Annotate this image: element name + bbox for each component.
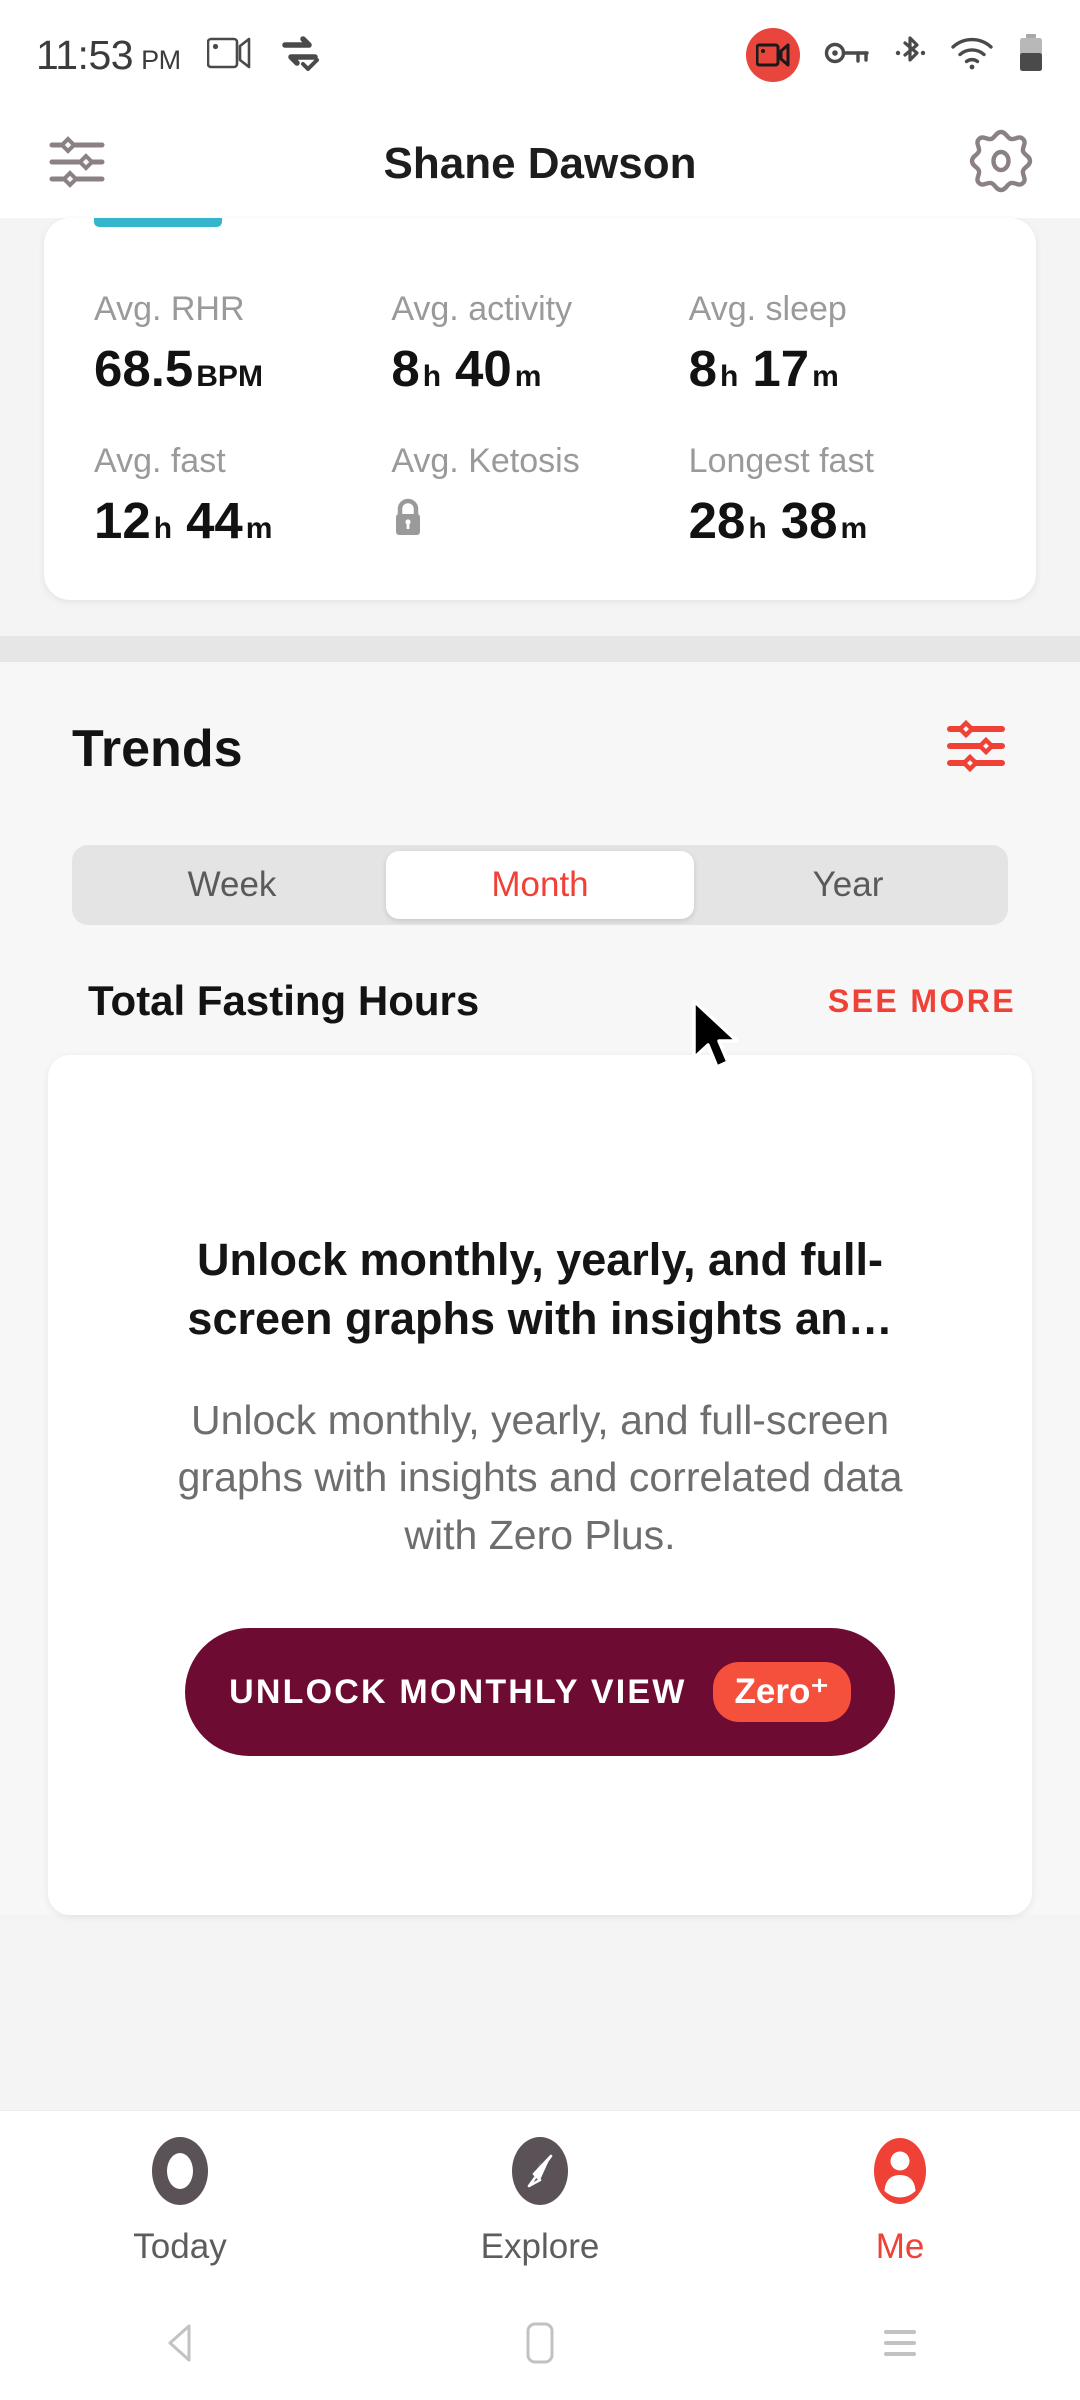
stat-cell-avg-activity: Avg. activity 8 h 40 m — [391, 290, 688, 398]
stat-number: 8 — [391, 340, 420, 397]
stat-number-2: 40 — [455, 340, 512, 397]
stat-label: Avg. activity — [391, 290, 573, 328]
stat-value: 8 h 17 m — [689, 339, 986, 398]
stat-number: 8 — [688, 340, 718, 397]
trends-header: Trends — [0, 718, 1080, 779]
nav-item-me[interactable]: Me — [720, 2134, 1080, 2267]
bluetooth-icon — [894, 33, 926, 78]
stat-unit: h — [422, 360, 442, 393]
chart-section-title: Total Fasting Hours — [88, 977, 480, 1024]
locked-value — [391, 491, 688, 544]
stats-grid: Avg. RHR 68.5 BPM Avg. activity 8 h 40 m… — [44, 218, 1036, 550]
filter-button[interactable] — [42, 127, 116, 201]
stat-unit: h — [720, 360, 739, 393]
stat-cell-longest-fast: Longest fast 28 h 38 m — [689, 442, 986, 550]
stat-number-2: 38 — [780, 492, 838, 549]
nav-label: Today — [133, 2227, 227, 2266]
stat-label: Avg. sleep — [688, 290, 847, 328]
upsell-card: Unlock monthly, yearly, and full-screen … — [48, 1055, 1032, 1915]
stat-unit-2: m — [840, 512, 868, 545]
nav-label: Me — [875, 2227, 925, 2266]
stat-label: Longest fast — [688, 442, 874, 480]
chart-tab-indicator — [94, 218, 222, 227]
stat-value: 28 h 38 m — [689, 491, 986, 550]
stat-number-2: 17 — [752, 340, 810, 397]
trends-filter-button[interactable] — [946, 718, 1008, 779]
stat-unit: h — [153, 512, 173, 545]
recents-button[interactable] — [720, 2321, 1080, 2370]
stat-cell-avg-rhr: Avg. RHR 68.5 BPM — [94, 290, 391, 398]
trends-title: Trends — [72, 719, 243, 778]
nav-item-today[interactable]: Today — [0, 2134, 360, 2267]
section-divider — [0, 636, 1080, 662]
status-bar-right — [746, 28, 1044, 82]
back-button[interactable] — [0, 2321, 360, 2370]
range-tab-year[interactable]: Year — [694, 851, 1002, 919]
battery-icon — [1018, 33, 1044, 78]
lock-icon — [391, 498, 425, 543]
range-segmented-control[interactable]: Week Month Year — [72, 845, 1008, 925]
stat-number: 28 — [688, 492, 746, 549]
system-navigation-bar — [0, 2290, 1080, 2400]
stat-cell-avg-sleep: Avg. sleep 8 h 17 m — [689, 290, 986, 398]
ring-icon — [149, 2134, 211, 2213]
settings-button[interactable] — [964, 127, 1038, 201]
section-gap — [0, 600, 1080, 636]
screencast-icon — [206, 35, 253, 76]
clock-ampm: PM — [141, 44, 181, 75]
wifi-icon — [950, 36, 994, 75]
recents-icon — [878, 2321, 922, 2370]
status-bar-left: 11:53 PM — [36, 32, 321, 79]
stat-unit-2: m — [514, 360, 542, 393]
scroll-content: Avg. RHR 68.5 BPM Avg. activity 8 h 40 m… — [0, 218, 1080, 1915]
chart-section-header: Total Fasting Hours SEE MORE — [0, 925, 1080, 1025]
stat-cell-avg-fast: Avg. fast 12 h 44 m — [94, 442, 391, 550]
upsell-headline: Unlock monthly, yearly, and full-screen … — [187, 1234, 893, 1344]
stat-label: Avg. Ketosis — [391, 442, 580, 480]
stat-value: 68.5 BPM — [94, 339, 391, 398]
screen-record-icon — [746, 28, 800, 82]
range-tab-week[interactable]: Week — [78, 851, 386, 919]
zero-plus-badge: Zero⁺ — [712, 1662, 851, 1723]
stat-unit-2: m — [245, 512, 273, 545]
stats-summary-card: Avg. RHR 68.5 BPM Avg. activity 8 h 40 m… — [44, 218, 1036, 600]
home-icon — [522, 2319, 558, 2372]
trends-section: Trends Week Month Year Total Fasting Hou… — [0, 662, 1080, 1915]
sliders-icon — [48, 133, 110, 196]
vpn-sync-icon — [279, 33, 321, 78]
stat-cell-avg-ketosis: Avg. Ketosis — [391, 442, 688, 550]
range-tab-month[interactable]: Month — [386, 851, 694, 919]
unlock-monthly-view-button[interactable]: UNLOCK MONTHLY VIEW Zero⁺ — [185, 1628, 895, 1757]
status-bar: 11:53 PM — [0, 0, 1080, 110]
back-icon — [159, 2321, 201, 2370]
stat-label: Avg. RHR — [94, 290, 245, 328]
stat-number-2: 44 — [186, 492, 243, 549]
vpn-key-icon — [824, 39, 870, 72]
stat-unit: h — [748, 512, 767, 545]
stat-value: 12 h 44 m — [94, 491, 391, 550]
compass-icon — [509, 2134, 571, 2213]
nav-item-explore[interactable]: Explore — [360, 2134, 720, 2267]
stat-unit-2: m — [812, 360, 839, 393]
upsell-body: Unlock monthly, yearly, and full-screen … — [177, 1397, 903, 1558]
cta-label: UNLOCK MONTHLY VIEW — [229, 1672, 687, 1711]
nav-label: Explore — [480, 2227, 600, 2266]
gear-icon — [966, 127, 1036, 202]
person-icon — [869, 2134, 931, 2213]
clock-time: 11:53 — [36, 31, 134, 78]
status-bar-clock: 11:53 PM — [36, 32, 181, 79]
stat-number: 12 — [94, 492, 151, 549]
see-more-link[interactable]: SEE MORE — [828, 983, 1016, 1020]
sliders-icon — [946, 719, 1008, 778]
stat-label: Avg. fast — [94, 442, 226, 480]
page-title: Shane Dawson — [383, 139, 697, 188]
home-button[interactable] — [360, 2319, 720, 2372]
stat-unit: BPM — [196, 360, 263, 393]
stat-number: 68.5 — [94, 340, 194, 397]
app-header: Shane Dawson — [0, 110, 1080, 218]
bottom-navigation: Today Explore Me — [0, 2110, 1080, 2290]
stat-value: 8 h 40 m — [391, 339, 688, 398]
